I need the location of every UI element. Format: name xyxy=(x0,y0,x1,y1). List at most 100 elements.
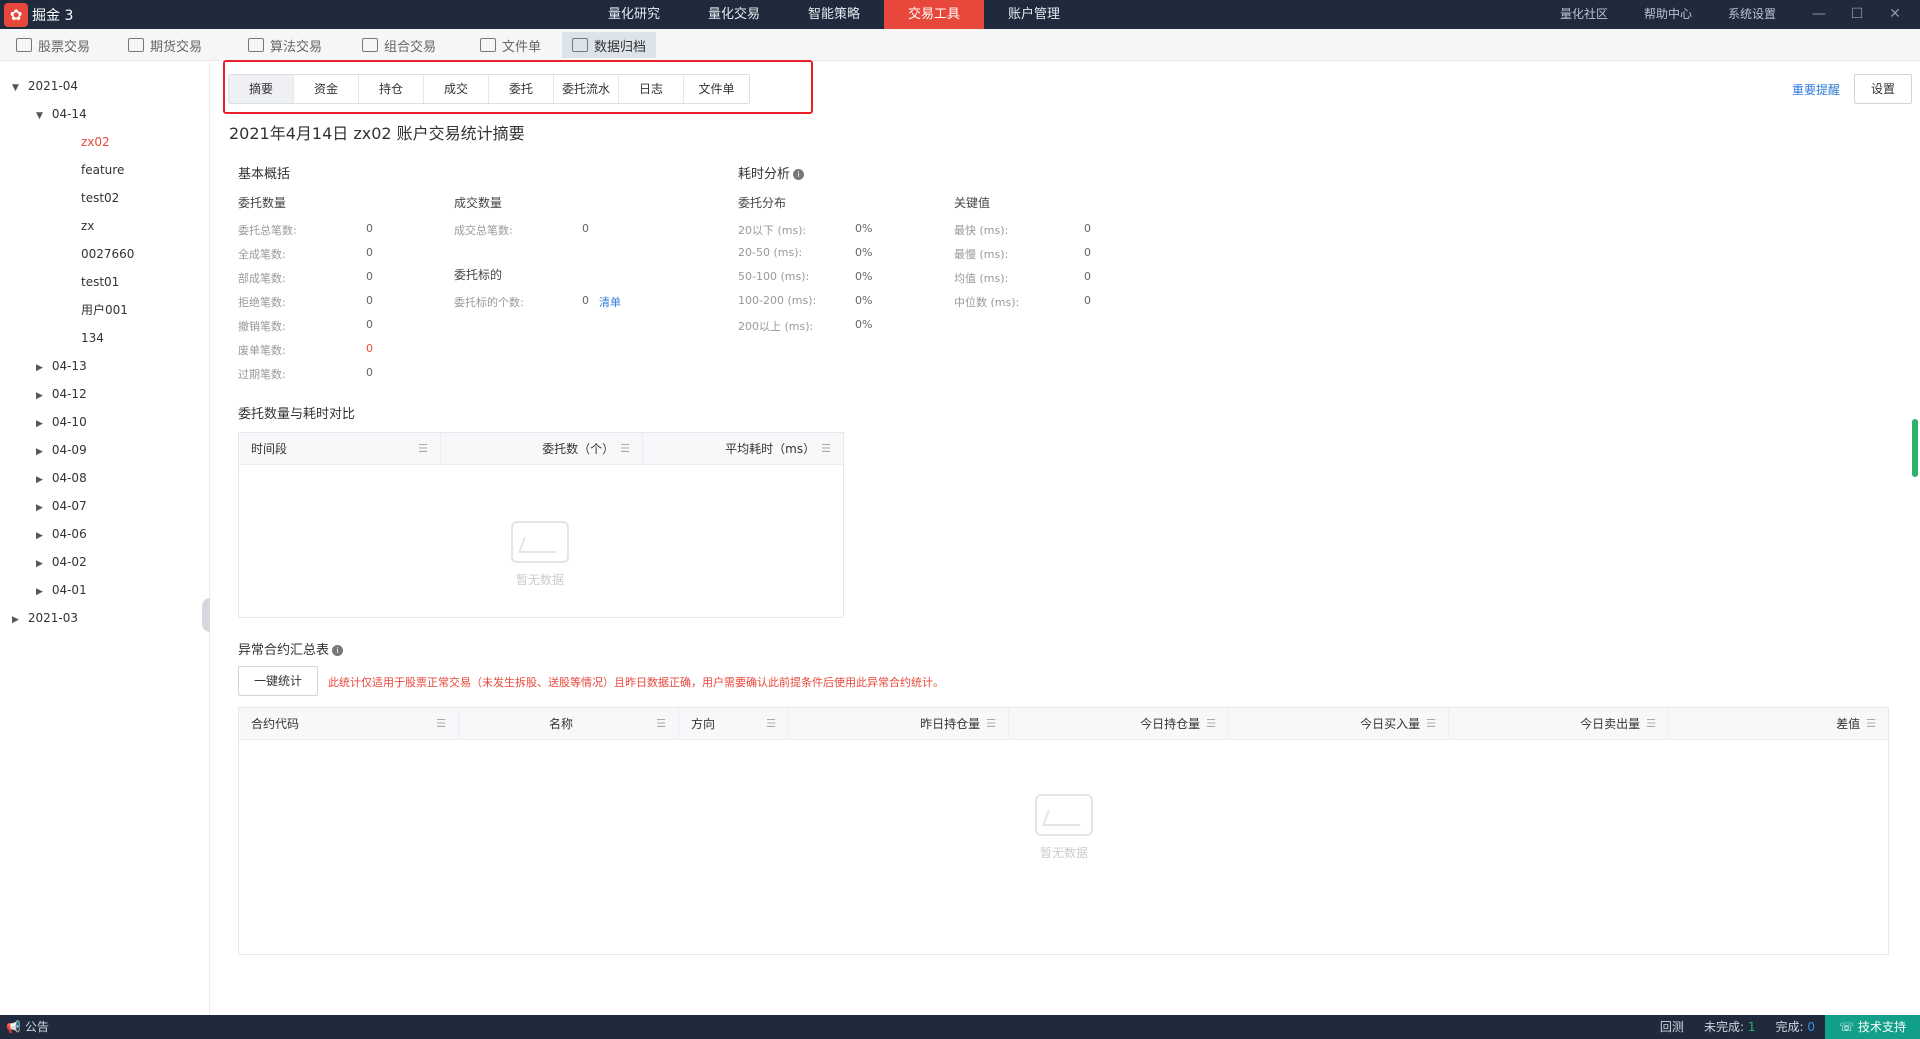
tree-account-user001[interactable]: 用户001 xyxy=(81,300,128,320)
tool-data-archive[interactable]: 数据归档 xyxy=(562,32,657,58)
tree-node-04-02[interactable]: ▶ 04-02 xyxy=(36,552,87,572)
column-header[interactable]: 委托数（个） ☰ xyxy=(441,433,643,465)
collapsed-caret-icon: ▶ xyxy=(36,587,43,597)
stat-row: 20以下 (ms): 0% xyxy=(738,222,872,238)
info-icon[interactable]: i xyxy=(332,645,344,656)
tech-support-button[interactable]: ☏ 技术支持 xyxy=(1824,1015,1920,1039)
column-label: 名称 xyxy=(549,717,574,731)
tree-node-04-10[interactable]: ▶ 04-10 xyxy=(36,412,87,432)
tab-positions[interactable]: 持仓 xyxy=(359,75,424,103)
stat-value: 0 xyxy=(582,222,589,235)
column-menu-icon[interactable]: ☰ xyxy=(1206,708,1216,740)
tree-account-test02[interactable]: test02 xyxy=(81,188,119,208)
stat-row: 100-200 (ms): 0% xyxy=(738,294,872,307)
heading-text: 异常合约汇总表 xyxy=(238,643,330,658)
column-header[interactable]: 今日卖出量 ☰ xyxy=(1449,708,1669,740)
maximize-icon[interactable]: ☐ xyxy=(1838,0,1876,29)
tab-file-orders[interactable]: 文件单 xyxy=(684,75,749,103)
column-header[interactable]: 方向 ☰ xyxy=(679,708,789,740)
stat-label: 过期笔数: xyxy=(238,368,286,381)
important-reminder-link[interactable]: 重要提醒 xyxy=(1792,81,1840,98)
column-menu-icon[interactable]: ☰ xyxy=(1866,708,1876,740)
tree-node-2021-03[interactable]: ▶ 2021-03 xyxy=(12,608,78,628)
tree-node-04-13[interactable]: ▶ 04-13 xyxy=(36,356,87,376)
one-click-stats-button[interactable]: 一键统计 xyxy=(238,666,318,696)
stat-label: 中位数 (ms): xyxy=(954,296,1020,309)
tree-account-zx[interactable]: zx xyxy=(81,216,94,236)
settings-button[interactable]: 设置 xyxy=(1853,74,1912,104)
tool-stock-trading[interactable]: 股票交易 xyxy=(6,32,100,58)
stat-value: 0 xyxy=(582,294,589,307)
collapsed-caret-icon: ▶ xyxy=(36,475,43,485)
tab-order-flow[interactable]: 委托流水 xyxy=(554,75,619,103)
tree-node-04-12[interactable]: ▶ 04-12 xyxy=(36,384,87,404)
stat-label: 部成笔数: xyxy=(238,272,286,285)
tree-account-test01[interactable]: test01 xyxy=(81,272,119,292)
tool-file-order[interactable]: 文件单 xyxy=(470,32,551,58)
targets-list-link[interactable]: 清单 xyxy=(599,294,621,310)
notice-area[interactable]: 📢 公告 xyxy=(6,1015,49,1039)
help-center-link[interactable]: 帮助中心 xyxy=(1626,0,1710,29)
app-logo[interactable]: ✿ 掘金 3 xyxy=(4,2,73,27)
tree-node-04-01[interactable]: ▶ 04-01 xyxy=(36,580,87,600)
column-menu-icon[interactable]: ☰ xyxy=(418,433,428,465)
topnav-account-management[interactable]: 账户管理 xyxy=(984,0,1084,29)
column-menu-icon[interactable]: ☰ xyxy=(986,708,996,740)
tree-node-04-08[interactable]: ▶ 04-08 xyxy=(36,468,87,488)
stat-row: 均值 (ms): 0 xyxy=(954,270,1091,286)
community-link[interactable]: 量化社区 xyxy=(1542,0,1626,29)
column-menu-icon[interactable]: ☰ xyxy=(436,708,446,740)
logo-icon: ✿ xyxy=(4,2,28,27)
column-header[interactable]: 差值 ☰ xyxy=(1669,708,1888,740)
column-header[interactable]: 合约代码 ☰ xyxy=(239,708,459,740)
megaphone-icon: 📢 xyxy=(6,1020,21,1034)
column-header[interactable]: 平均耗时（ms） ☰ xyxy=(643,433,843,465)
tool-algo-trading[interactable]: 算法交易 xyxy=(238,32,332,58)
column-label: 今日持仓量 xyxy=(1140,717,1201,731)
minimize-icon[interactable]: — xyxy=(1800,0,1838,29)
topnav-smart-strategy[interactable]: 智能策略 xyxy=(784,0,884,29)
topnav-trading-tools[interactable]: 交易工具 xyxy=(884,0,984,29)
close-icon[interactable]: ✕ xyxy=(1876,0,1914,29)
tree-node-04-14[interactable]: ▼ 04-14 xyxy=(36,104,87,124)
tab-funds[interactable]: 资金 xyxy=(294,75,359,103)
column-header[interactable]: 名称 ☰ xyxy=(459,708,679,740)
tree-account-134[interactable]: 134 xyxy=(81,328,104,348)
tree-account-zx02[interactable]: zx02 xyxy=(81,132,110,152)
column-header[interactable]: 今日买入量 ☰ xyxy=(1229,708,1449,740)
tree-account-feature[interactable]: feature xyxy=(81,160,124,180)
column-header[interactable]: 今日持仓量 ☰ xyxy=(1009,708,1229,740)
empty-state: 暂无数据 xyxy=(1035,794,1093,861)
topnav-quant-trading[interactable]: 量化交易 xyxy=(684,0,784,29)
tab-logs[interactable]: 日志 xyxy=(619,75,684,103)
stat-label: 废单笔数: xyxy=(238,344,286,357)
column-menu-icon[interactable]: ☰ xyxy=(766,708,776,740)
column-menu-icon[interactable]: ☰ xyxy=(1426,708,1436,740)
tool-futures-trading[interactable]: 期货交易 xyxy=(118,32,212,58)
column-menu-icon[interactable]: ☰ xyxy=(656,708,666,740)
column-menu-icon[interactable]: ☰ xyxy=(1646,708,1656,740)
tree-node-2021-04[interactable]: ▼ 2021-04 xyxy=(12,76,78,96)
backtest-status[interactable]: 回测 xyxy=(1650,1015,1694,1039)
column-menu-icon[interactable]: ☰ xyxy=(821,433,831,465)
tab-summary[interactable]: 摘要 xyxy=(229,75,294,103)
tool-portfolio-trading[interactable]: 组合交易 xyxy=(352,32,446,58)
sidebar-collapse-handle[interactable] xyxy=(202,598,210,632)
timing-analysis-heading: 耗时分析 i xyxy=(738,163,805,182)
tree-node-04-09[interactable]: ▶ 04-09 xyxy=(36,440,87,460)
info-icon[interactable]: i xyxy=(793,169,805,180)
tree-node-04-07[interactable]: ▶ 04-07 xyxy=(36,496,87,516)
abnormal-warning-text: 此统计仅适用于股票正常交易（未发生拆股、送股等情况）且昨日数据正确，用户需要确认… xyxy=(328,676,944,689)
column-menu-icon[interactable]: ☰ xyxy=(620,433,630,465)
stat-row: 200以上 (ms): 0% xyxy=(738,318,872,334)
topnav-quant-research[interactable]: 量化研究 xyxy=(584,0,684,29)
tool-label: 股票交易 xyxy=(38,39,91,55)
column-header[interactable]: 时间段 ☰ xyxy=(239,433,441,465)
tree-node-04-06[interactable]: ▶ 04-06 xyxy=(36,524,87,544)
column-header[interactable]: 昨日持仓量 ☰ xyxy=(789,708,1009,740)
tab-orders[interactable]: 委托 xyxy=(489,75,554,103)
tab-trades[interactable]: 成交 xyxy=(424,75,489,103)
system-settings-link[interactable]: 系统设置 xyxy=(1710,0,1794,29)
tree-account-0027660[interactable]: 0027660 xyxy=(81,244,134,264)
scroll-indicator[interactable] xyxy=(1912,419,1918,477)
